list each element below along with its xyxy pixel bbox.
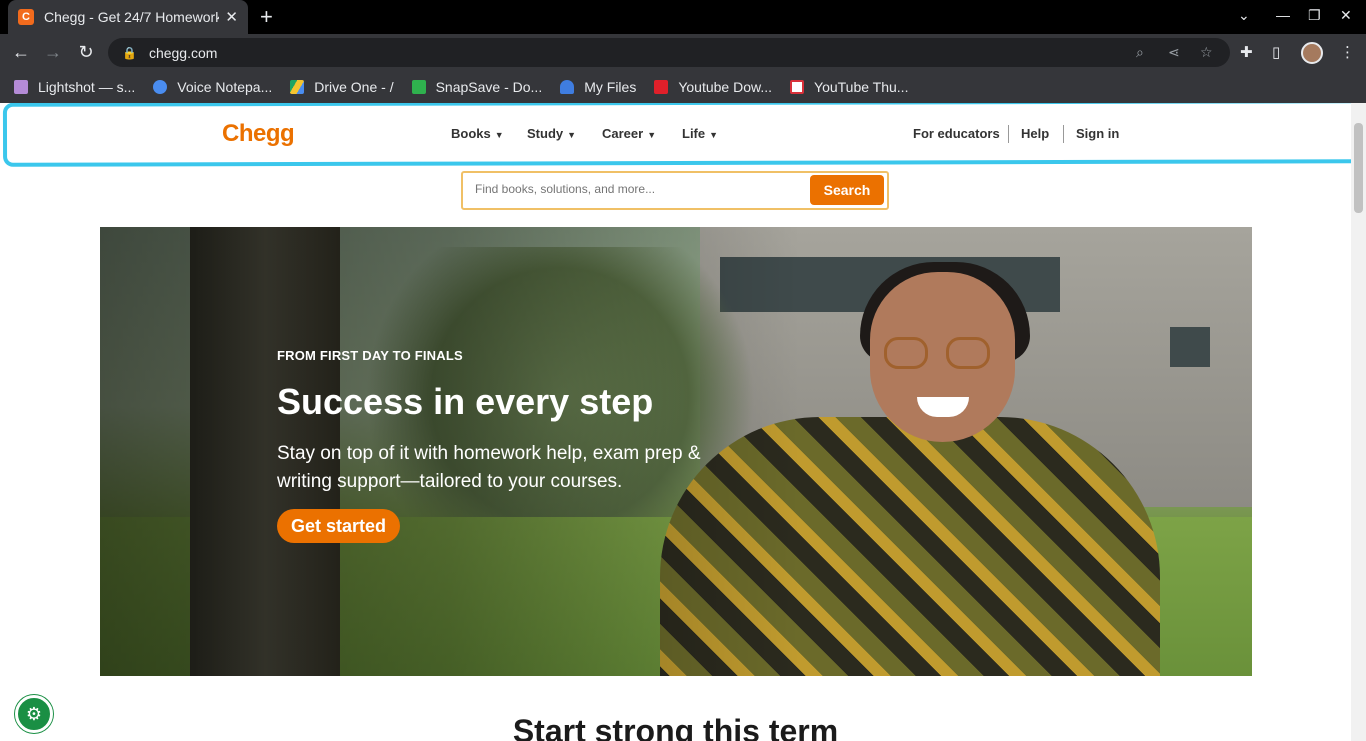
browser-toolbar: ← → ↻ 🔒 chegg.com ⌕ ⋖ ☆ [0,34,1366,71]
new-tab-icon[interactable]: + [260,6,273,28]
youtube-download-icon [654,80,669,94]
bookmark-item[interactable]: SnapSave - Do... [411,79,542,95]
tab-title: Chegg - Get 24/7 Homework [44,9,219,25]
share-icon[interactable]: ⋖ [1168,44,1180,61]
tab-search-icon[interactable]: ⌄ [1238,7,1250,24]
glasses-icon [946,337,990,369]
glasses-icon [884,337,928,369]
bookmark-item[interactable]: Lightshot — s... [14,79,135,95]
close-window-icon[interactable]: ✕ [1340,7,1352,24]
site-header: Chegg Books ▼ Study ▼ Career ▼ Life ▼ For ed… [0,103,1364,167]
search-input[interactable] [475,182,805,196]
scrollbar-thumb[interactable] [1354,123,1363,213]
bookmark-item[interactable]: Drive One - / [290,79,394,95]
zoom-icon[interactable]: ⌕ [1136,44,1144,61]
search-button[interactable]: Search [810,175,884,205]
close-tab-icon[interactable]: ✕ [225,8,238,26]
profile-avatar[interactable] [1301,42,1323,64]
bookmark-item[interactable]: YouTube Thu... [790,79,908,95]
restore-icon[interactable]: ❐ [1308,7,1321,24]
bookmark-item[interactable]: Youtube Dow... [654,79,772,95]
cookie-settings-icon[interactable]: ⚙ [15,695,53,733]
address-bar[interactable]: 🔒 chegg.com ⌕ ⋖ ☆ [108,38,1230,67]
section-title: Start strong this term [512,713,839,741]
search-bar: Search [461,171,889,210]
microphone-icon [153,80,168,94]
bookmark-item[interactable]: Voice Notepa... [153,79,272,95]
cloud-icon [560,80,575,94]
image-thumbnail-icon [790,80,805,94]
side-panel-icon[interactable]: ▯ [1272,43,1280,61]
get-started-button[interactable]: Get started [277,509,400,543]
hero-subtitle: Stay on top of it with homework help, ex… [277,443,701,492]
hero-eyebrow: FROM FIRST DAY TO FINALS [277,348,463,363]
extensions-icon[interactable]: ✚ [1240,43,1253,61]
download-icon [411,80,426,94]
forward-icon[interactable]: → [42,42,64,63]
google-drive-icon [290,80,305,94]
menu-icon[interactable]: ⋮ [1340,43,1355,61]
page-scrollbar[interactable] [1351,103,1366,741]
annotation-highlight [2,103,1364,167]
bookmark-star-icon[interactable]: ☆ [1200,44,1213,61]
url-text: chegg.com [148,44,218,61]
hero-title: Success in every step [277,381,654,422]
browser-tab[interactable]: C Chegg - Get 24/7 Homework ✕ [8,0,248,34]
bookmark-item[interactable]: My Files [560,79,636,95]
reload-icon[interactable]: ↻ [75,42,97,63]
chegg-favicon-icon: C [18,9,34,25]
lock-icon: 🔒 [122,45,137,60]
bookmarks-bar: Lightshot — s... Voice Notepa... Drive O… [0,71,1366,103]
minimize-icon[interactable]: — [1276,7,1290,23]
tab-strip: C Chegg - Get 24/7 Homework ✕ + ⌄ — ❐ ✕ [0,0,1366,34]
feather-icon [14,80,28,94]
web-page: Chegg Books ▼ Study ▼ Career ▼ Life ▼ For ed… [0,103,1366,741]
back-icon[interactable]: ← [10,42,32,63]
